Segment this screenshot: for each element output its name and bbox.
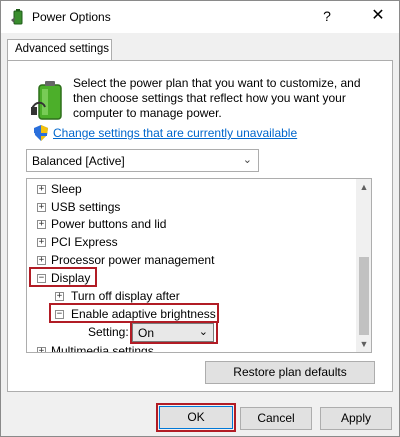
power-plan-value: Balanced [Active] <box>32 154 125 168</box>
change-settings-link[interactable]: Change settings that are currently unava… <box>53 126 297 140</box>
tree-item-label: Turn off display after <box>71 289 180 303</box>
power-plan-select[interactable]: Balanced [Active] ⌄ <box>26 149 259 172</box>
tree-item-label: Processor power management <box>51 253 215 267</box>
expand-icon[interactable]: + <box>55 292 64 301</box>
adaptive-brightness-highlight-box <box>49 303 219 323</box>
expand-icon[interactable]: + <box>37 203 46 212</box>
expand-icon[interactable]: + <box>37 347 46 352</box>
ok-highlight-box <box>156 403 236 432</box>
tree-item-label: PCI Express <box>51 235 118 249</box>
tree-scrollbar[interactable]: ▲ ▼ <box>356 179 371 352</box>
setting-label: Setting: <box>88 325 129 339</box>
scroll-up-icon[interactable]: ▲ <box>356 179 371 195</box>
tree-item-pci-express[interactable]: + PCI Express <box>27 234 347 251</box>
chevron-down-icon: ⌄ <box>242 154 252 166</box>
apply-button[interactable]: Apply <box>320 407 392 430</box>
intro-text: Select the power plan that you want to c… <box>73 76 361 120</box>
scroll-down-icon[interactable]: ▼ <box>356 336 371 352</box>
settings-tree[interactable]: + Sleep + USB settings + Power buttons a… <box>26 178 372 353</box>
tree-item-power-buttons[interactable]: + Power buttons and lid <box>27 216 347 233</box>
expand-icon[interactable]: + <box>37 185 46 194</box>
title-bar: Power Options ? ✕ <box>1 1 399 33</box>
tree-item-label: Power buttons and lid <box>51 217 167 231</box>
window-title: Power Options <box>32 10 111 24</box>
setting-highlight-box <box>130 321 218 344</box>
tree-item-label: USB settings <box>51 200 121 214</box>
tab-advanced-settings[interactable]: Advanced settings <box>7 39 112 61</box>
restore-plan-defaults-button[interactable]: Restore plan defaults <box>205 361 375 384</box>
close-button[interactable]: ✕ <box>361 4 395 28</box>
cancel-button[interactable]: Cancel <box>240 407 312 430</box>
uac-shield-icon <box>34 125 48 141</box>
tree-item-usb-settings[interactable]: + USB settings <box>27 199 347 216</box>
expand-icon[interactable]: + <box>37 256 46 265</box>
tree-item-sleep[interactable]: + Sleep <box>27 181 347 198</box>
tree-item-multimedia[interactable]: + Multimedia settings <box>27 343 347 353</box>
expand-icon[interactable]: + <box>37 238 46 247</box>
power-options-icon <box>9 8 27 26</box>
tree-item-label: Sleep <box>51 182 82 196</box>
help-button[interactable]: ? <box>316 4 338 28</box>
settings-tree-list: + Sleep + USB settings + Power buttons a… <box>27 179 356 352</box>
battery-plan-icon <box>31 79 69 123</box>
expand-icon[interactable]: + <box>37 220 46 229</box>
display-highlight-box <box>29 267 97 287</box>
scrollbar-thumb[interactable] <box>359 257 369 335</box>
tree-item-label: Multimedia settings <box>51 344 154 353</box>
power-options-window: Power Options ? ✕ Advanced settings Sele… <box>0 0 400 437</box>
